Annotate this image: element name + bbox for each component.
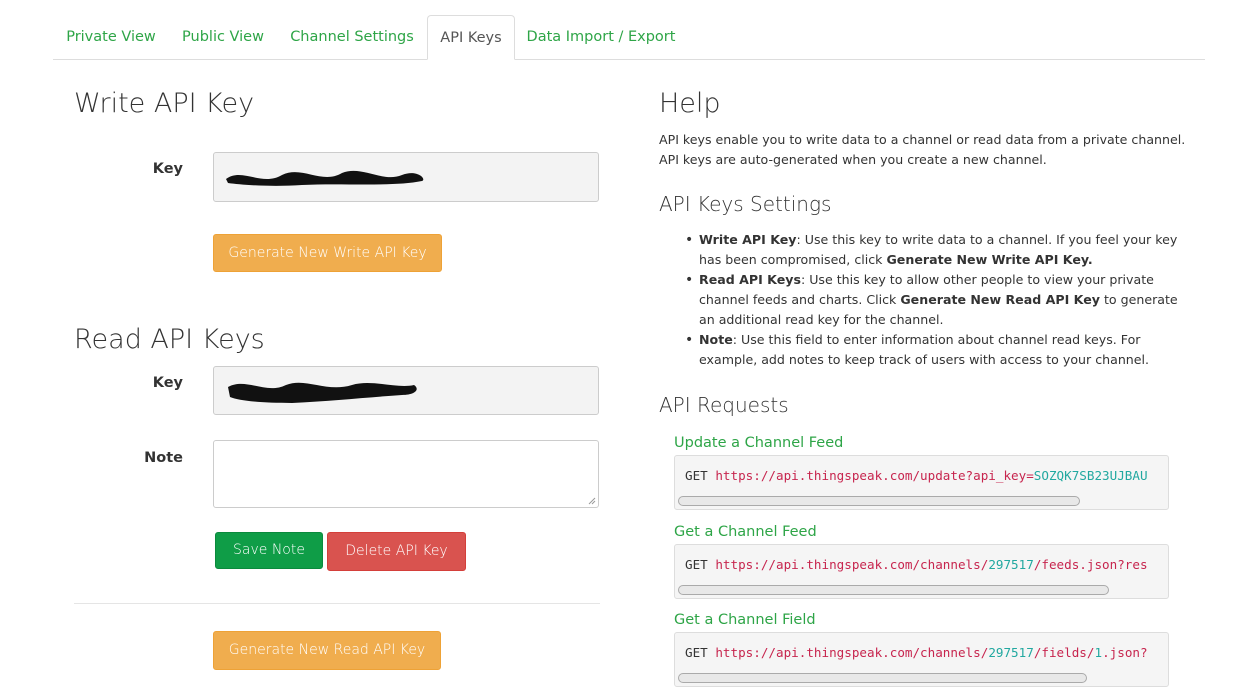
help-intro: API keys enable you to write data to a c… <box>659 132 1186 167</box>
code-block-get-field: GET https://api.thingspeak.com/channels/… <box>674 632 1169 687</box>
tab-api-keys[interactable]: API Keys <box>427 15 515 60</box>
api-keys-settings-heading: API Keys Settings <box>659 192 832 216</box>
read-key-label: Key <box>152 375 183 391</box>
request-line: GET https://api.thingspeak.com/channels/… <box>685 645 1148 660</box>
request-title-update-feed: Update a Channel Feed <box>674 435 844 451</box>
note-textarea[interactable] <box>213 440 599 508</box>
tab-private-view[interactable]: Private View <box>53 15 169 60</box>
api-requests-heading: API Requests <box>659 393 789 417</box>
generate-write-api-key-button[interactable]: Generate New Write API Key <box>213 234 442 272</box>
read-api-keys-heading: Read API Keys <box>74 324 265 355</box>
settings-bullets: Write API Key: Use this key to write dat… <box>685 230 1191 370</box>
tab-channel-settings[interactable]: Channel Settings <box>277 15 427 60</box>
horizontal-scrollbar[interactable] <box>678 673 1087 683</box>
request-title-get-field: Get a Channel Field <box>674 612 816 628</box>
request-title-get-feed: Get a Channel Feed <box>674 524 817 540</box>
divider <box>74 603 600 604</box>
horizontal-scrollbar[interactable] <box>678 585 1109 595</box>
request-line: GET https://api.thingspeak.com/update?ap… <box>685 468 1148 483</box>
save-note-button[interactable]: Save Note <box>215 532 323 569</box>
request-line: GET https://api.thingspeak.com/channels/… <box>685 557 1148 572</box>
write-api-key-heading: Write API Key <box>74 88 255 119</box>
resize-handle-icon[interactable] <box>588 497 596 505</box>
delete-api-key-button[interactable]: Delete API Key <box>327 532 466 571</box>
code-block-get-feed: GET https://api.thingspeak.com/channels/… <box>674 544 1169 599</box>
note-label: Note <box>144 450 183 466</box>
tab-data-import-export[interactable]: Data Import / Export <box>515 15 687 60</box>
tab-public-view[interactable]: Public View <box>169 15 277 60</box>
write-api-key-field[interactable] <box>213 152 599 202</box>
generate-read-api-key-button[interactable]: Generate New Read API Key <box>213 631 441 670</box>
write-key-label: Key <box>152 161 183 177</box>
read-api-key-field[interactable] <box>213 366 599 415</box>
redacted-scribble-icon <box>226 170 424 186</box>
bullet-note: Note: Use this field to enter informatio… <box>685 330 1191 370</box>
channel-tabs: Private View Public View Channel Setting… <box>53 15 1205 60</box>
bullet-write-api-key: Write API Key: Use this key to write dat… <box>685 230 1191 270</box>
code-block-update-feed: GET https://api.thingspeak.com/update?ap… <box>674 455 1169 510</box>
redacted-scribble-icon <box>228 382 417 403</box>
horizontal-scrollbar[interactable] <box>678 496 1080 506</box>
bullet-read-api-keys: Read API Keys: Use this key to allow oth… <box>685 270 1191 330</box>
help-heading: Help <box>659 88 721 119</box>
